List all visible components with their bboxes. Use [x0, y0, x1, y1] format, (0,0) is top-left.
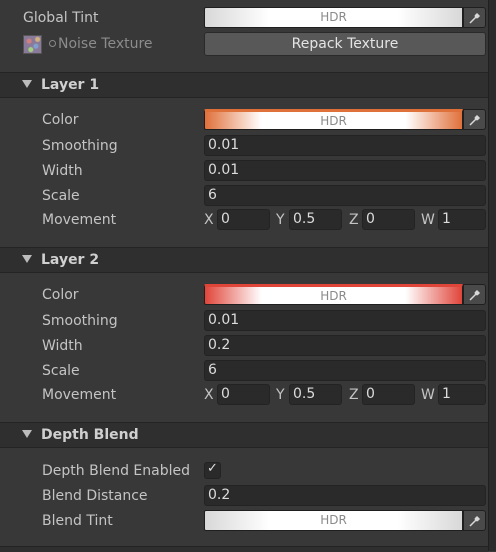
layer1-scale-field[interactable]: 6: [204, 185, 486, 206]
layer2-color-label: Color: [42, 287, 79, 303]
depth-blend-enabled-label: Depth Blend Enabled: [42, 463, 190, 479]
axis-w-label: W: [421, 212, 435, 228]
texture-thumbnail-icon[interactable]: [23, 35, 42, 54]
blend-distance-label: Blend Distance: [42, 488, 148, 504]
eyedropper-icon: [469, 289, 481, 301]
repack-texture-button[interactable]: Repack Texture: [204, 32, 486, 56]
layer1-hdr-label: HDR: [320, 114, 347, 128]
layer2-color-row: Color HDR: [0, 283, 488, 307]
global-tint-hdr-label: HDR: [320, 10, 347, 24]
layer1-movement-x-field[interactable]: 0: [217, 209, 270, 230]
layer1-title: Layer 1: [41, 77, 100, 93]
layer1-movement-row: Movement X 0 Y 0.5 Z 0 W 1: [0, 208, 488, 232]
blend-distance-row: Blend Distance 0.2: [0, 484, 488, 508]
layer2-color-field[interactable]: HDR: [204, 284, 463, 305]
layer1-scale-row: Scale 6: [0, 184, 488, 208]
checkmark-icon: ✓: [207, 461, 218, 476]
blend-tint-eyedropper-button[interactable]: [463, 510, 486, 531]
global-tint-label: Global Tint: [23, 10, 99, 26]
layer2-title: Layer 2: [41, 252, 100, 268]
layer2-smoothing-label: Smoothing: [42, 313, 118, 329]
foldout-triangle-icon: [22, 255, 32, 263]
eyedropper-icon: [469, 114, 481, 126]
layer2-scale-row: Scale 6: [0, 359, 488, 383]
layer2-eyedropper-button[interactable]: [463, 284, 486, 305]
depth-blend-enabled-checkbox[interactable]: ✓: [204, 461, 221, 479]
layer2-smoothing-row: Smoothing 0.01: [0, 309, 488, 333]
object-picker-icon[interactable]: [49, 40, 56, 47]
axis-z-label: Z: [349, 387, 359, 403]
blend-tint-row: Blend Tint HDR: [0, 509, 488, 533]
axis-x-label: X: [204, 212, 214, 228]
layer1-width-row: Width 0.01: [0, 159, 488, 183]
layer1-movement-w-field[interactable]: 1: [438, 209, 486, 230]
layer2-width-label: Width: [42, 338, 83, 354]
layer1-foldout-header[interactable]: Layer 1: [0, 72, 488, 98]
bottom-divider: [0, 546, 488, 552]
layer1-movement-y-field[interactable]: 0.5: [289, 209, 342, 230]
depth-blend-foldout-header[interactable]: Depth Blend: [0, 422, 488, 448]
layer2-scale-field[interactable]: 6: [204, 360, 486, 381]
global-tint-color-field[interactable]: HDR: [204, 7, 463, 28]
layer2-smoothing-field[interactable]: 0.01: [204, 310, 486, 331]
scrollbar-track[interactable]: [488, 0, 496, 551]
layer2-movement-y-field[interactable]: 0.5: [289, 384, 342, 405]
depth-blend-title: Depth Blend: [41, 427, 139, 443]
axis-y-label: Y: [276, 387, 285, 403]
depth-blend-enabled-row: Depth Blend Enabled ✓: [0, 459, 488, 483]
eyedropper-icon: [469, 12, 481, 24]
layer1-width-label: Width: [42, 163, 83, 179]
blend-distance-field[interactable]: 0.2: [204, 485, 486, 506]
axis-w-label: W: [421, 387, 435, 403]
layer2-foldout-header[interactable]: Layer 2: [0, 247, 488, 273]
blend-tint-color-field[interactable]: HDR: [204, 510, 463, 531]
layer1-smoothing-label: Smoothing: [42, 138, 118, 154]
axis-z-label: Z: [349, 212, 359, 228]
foldout-triangle-icon: [22, 430, 32, 438]
layer1-scale-label: Scale: [42, 188, 80, 204]
layer1-eyedropper-button[interactable]: [463, 109, 486, 130]
layer2-hdr-label: HDR: [320, 289, 347, 303]
blend-tint-label: Blend Tint: [42, 513, 113, 529]
layer1-color-hdr-bar: HDR: [204, 109, 463, 130]
noise-texture-label: Noise Texture: [58, 36, 153, 52]
axis-x-label: X: [204, 387, 214, 403]
layer1-color-label: Color: [42, 112, 79, 128]
global-tint-eyedropper-button[interactable]: [463, 7, 486, 28]
layer1-movement-label: Movement: [42, 212, 117, 228]
layer2-scale-label: Scale: [42, 363, 80, 379]
blend-tint-hdr-label: HDR: [320, 513, 347, 527]
axis-y-label: Y: [276, 212, 285, 228]
layer1-smoothing-field[interactable]: 0.01: [204, 135, 486, 156]
inspector-panel: Global Tint HDR Noise Texture Repack Tex…: [0, 0, 488, 552]
foldout-triangle-icon: [22, 80, 32, 88]
layer1-color-row: Color HDR: [0, 108, 488, 132]
layer1-smoothing-row: Smoothing 0.01: [0, 134, 488, 158]
global-tint-row: Global Tint HDR: [0, 6, 488, 30]
layer2-width-field[interactable]: 0.2: [204, 335, 486, 356]
layer2-movement-x-field[interactable]: 0: [217, 384, 270, 405]
layer2-movement-w-field[interactable]: 1: [438, 384, 486, 405]
layer1-movement-z-field[interactable]: 0: [362, 209, 415, 230]
layer1-width-field[interactable]: 0.01: [204, 160, 486, 181]
layer2-movement-label: Movement: [42, 387, 117, 403]
layer2-width-row: Width 0.2: [0, 334, 488, 358]
layer2-movement-row: Movement X 0 Y 0.5 Z 0 W 1: [0, 383, 488, 407]
layer2-movement-z-field[interactable]: 0: [362, 384, 415, 405]
eyedropper-icon: [469, 515, 481, 527]
